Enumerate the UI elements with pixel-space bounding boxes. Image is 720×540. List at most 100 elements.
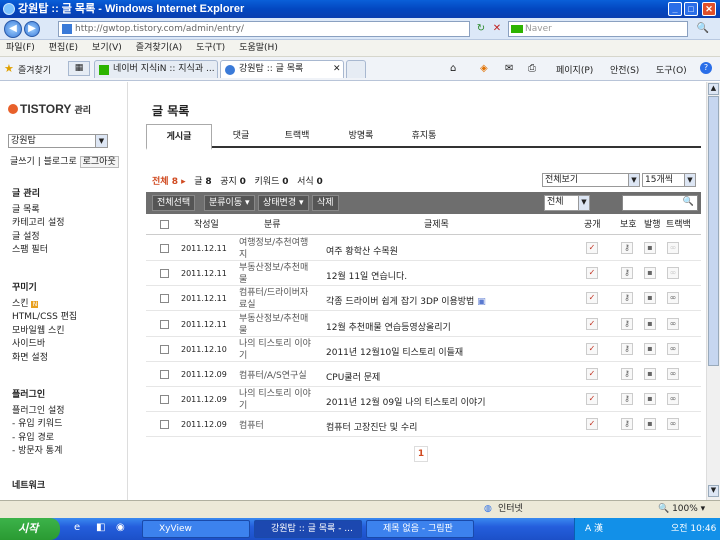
search-filter-select[interactable]: 전체 ▼ [544, 195, 590, 211]
public-check-icon[interactable]: ✓ [586, 317, 598, 330]
row-checkbox[interactable] [160, 319, 169, 329]
sidebar-item-category[interactable]: 카테고리 설정 [12, 217, 65, 231]
trackback-link-icon[interactable]: ∞ [667, 368, 679, 380]
trackback-link-icon[interactable]: ∞ [667, 242, 679, 254]
public-check-icon[interactable]: ✓ [586, 418, 598, 431]
count-label[interactable]: 글 [194, 177, 202, 187]
view-select[interactable]: 전체보기 ▼ [542, 173, 640, 187]
row-category[interactable]: 컴퓨터/A/S연구실 [239, 370, 307, 382]
menu-view[interactable]: 보기(V) [92, 43, 122, 53]
row-title[interactable]: 컴퓨터 고장진단 및 수리 [326, 420, 417, 433]
row-category[interactable]: 컴퓨터 [239, 420, 264, 432]
public-check-icon[interactable]: ✓ [586, 242, 598, 254]
sidebar-item-inflow-path[interactable]: - 유입 경로 [12, 432, 65, 446]
row-checkbox[interactable] [160, 269, 169, 279]
row-title[interactable]: 2011년 12월10일 티스토리 이들재 [326, 345, 463, 358]
media-quicklaunch-icon[interactable]: ◉ [116, 522, 125, 533]
row-category[interactable]: 나의 티스토리 이야 기 [239, 388, 311, 412]
row-title[interactable]: 12월 11일 연습니다. [326, 269, 407, 282]
address-input[interactable]: http://gwtop.tistory.com/admin/entry/ [58, 21, 470, 37]
tab-close-icon[interactable]: ✕ [333, 61, 341, 78]
row-category[interactable]: 부동산정보/추천매 물 [239, 262, 308, 286]
sidebar-item-mobile-skin[interactable]: 모바일웹 스킨 [12, 325, 77, 339]
tab-gangwontop[interactable]: 강원탑 :: 글 목록 ✕ [220, 60, 344, 78]
refresh-button[interactable]: ↻ [474, 21, 488, 37]
protect-key-icon[interactable]: ⚷ [621, 292, 633, 305]
write-link[interactable]: 글쓰기 [10, 157, 35, 167]
home-icon[interactable]: ⌂ [450, 63, 456, 74]
forward-button[interactable]: ▶ [24, 21, 40, 37]
publish-icon[interactable]: ▪ [644, 393, 656, 406]
row-title[interactable]: 여주 황학산 수목원 [326, 244, 398, 257]
taskbar-ie[interactable]: 강원탑 :: 글 목록 - ... [254, 520, 362, 538]
select-all-checkbox[interactable] [160, 220, 169, 229]
row-category[interactable]: 부동산정보/추천매 물 [239, 313, 308, 337]
start-button[interactable]: 시작 [0, 518, 60, 540]
publish-icon[interactable]: ▪ [644, 317, 656, 330]
protect-key-icon[interactable]: ⚷ [621, 267, 633, 280]
maximize-button[interactable]: □ [684, 2, 698, 16]
sidebar-item-inflow-keyword[interactable]: - 유입 키워드 [12, 418, 65, 432]
row-category[interactable]: 나의 티스토리 이야 기 [239, 338, 311, 362]
tab-comments[interactable]: 댓글 [216, 124, 266, 148]
search-icon[interactable]: 🔍 [683, 197, 694, 207]
publish-icon[interactable]: ▪ [644, 267, 656, 280]
publish-icon[interactable]: ▪ [644, 292, 656, 305]
count-label[interactable]: 서식 [297, 177, 314, 187]
trackback-link-icon[interactable]: ∞ [667, 292, 679, 305]
publish-icon[interactable]: ▪ [644, 368, 656, 380]
sidebar-item-plugin-settings[interactable]: 플러그인 설정 [12, 405, 65, 419]
trackback-link-icon[interactable]: ∞ [667, 342, 679, 355]
row-title[interactable]: 12월 추천매물 연습등영상올리기 [326, 320, 451, 333]
ime-indicator[interactable]: A 漢 [585, 518, 603, 540]
logout-button[interactable]: 로그아웃 [79, 156, 119, 168]
scroll-down-icon[interactable]: ▼ [708, 485, 719, 497]
menu-file[interactable]: 파일(F) [6, 43, 35, 53]
tistory-logo[interactable]: TISTORY 관리 [8, 102, 91, 116]
sidebar-item-html-css[interactable]: HTML/CSS 편집 [12, 311, 77, 325]
sidebar-item-post-list[interactable]: 글 목록 [12, 204, 65, 218]
count-label[interactable]: 공지 [220, 177, 237, 187]
trackback-link-icon[interactable]: ∞ [667, 393, 679, 406]
taskbar-xyview[interactable]: XyView [142, 520, 250, 538]
col-date[interactable]: 작성일 [194, 215, 219, 235]
blog-link[interactable]: 블로그로 [44, 157, 77, 167]
trackback-link-icon[interactable]: ∞ [667, 418, 679, 431]
menu-favorites[interactable]: 즐겨찾기(A) [136, 43, 182, 53]
menu-tools[interactable]: 도구(T) [196, 43, 225, 53]
close-button[interactable]: ✕ [702, 2, 716, 16]
select-all-button[interactable]: 전체선택 [152, 195, 196, 211]
count-label[interactable]: 키워드 [255, 177, 280, 187]
search-input[interactable]: Naver [508, 21, 688, 37]
trackback-link-icon[interactable]: ∞ [667, 267, 679, 280]
row-checkbox[interactable] [160, 370, 169, 379]
row-title[interactable]: CPU쿨러 문제 [326, 370, 380, 383]
tab-naver[interactable]: 네이버 지식iN :: 지식과 ... [94, 60, 218, 78]
publish-icon[interactable]: ▪ [644, 342, 656, 355]
blog-select[interactable]: 강원탑 ▼ [8, 134, 108, 148]
minimize-button[interactable]: _ [668, 2, 682, 16]
row-title[interactable]: 2011년 12월 09일 나의 티스토리 이야기 [326, 395, 485, 408]
change-status-button[interactable]: 상태변경 ▾ [258, 195, 309, 211]
row-title[interactable]: 각종 드라이버 쉽게 잡기 3DP 이용방법 ▣ [326, 294, 486, 307]
mail-icon[interactable]: ✉ [505, 63, 513, 74]
row-checkbox[interactable] [160, 294, 169, 304]
favorites-button[interactable]: 즐겨찾기 [18, 63, 51, 76]
sidebar-item-visitor-stats[interactable]: - 방문자 통계 [12, 445, 65, 459]
help-icon[interactable]: ? [700, 62, 712, 74]
public-check-icon[interactable]: ✓ [586, 267, 598, 280]
public-check-icon[interactable]: ✓ [586, 368, 598, 380]
new-tab-button[interactable] [346, 60, 366, 78]
sidebar-item-sidebar[interactable]: 사이드바 [12, 338, 77, 352]
row-checkbox[interactable] [160, 344, 169, 354]
protect-key-icon[interactable]: ⚷ [621, 368, 633, 380]
public-check-icon[interactable]: ✓ [586, 393, 598, 406]
sidebar-item-screen[interactable]: 화면 설정 [12, 352, 77, 366]
row-checkbox[interactable] [160, 420, 169, 430]
sidebar-item-post-settings[interactable]: 글 설정 [12, 231, 65, 245]
row-category[interactable]: 컴퓨터/드라이버자 료실 [239, 287, 308, 311]
row-checkbox[interactable] [160, 244, 169, 253]
move-category-button[interactable]: 분류이동 ▾ [204, 195, 255, 211]
row-category[interactable]: 여행정보/추천여행 지 [239, 237, 308, 261]
delete-button[interactable]: 삭제 [312, 195, 339, 211]
